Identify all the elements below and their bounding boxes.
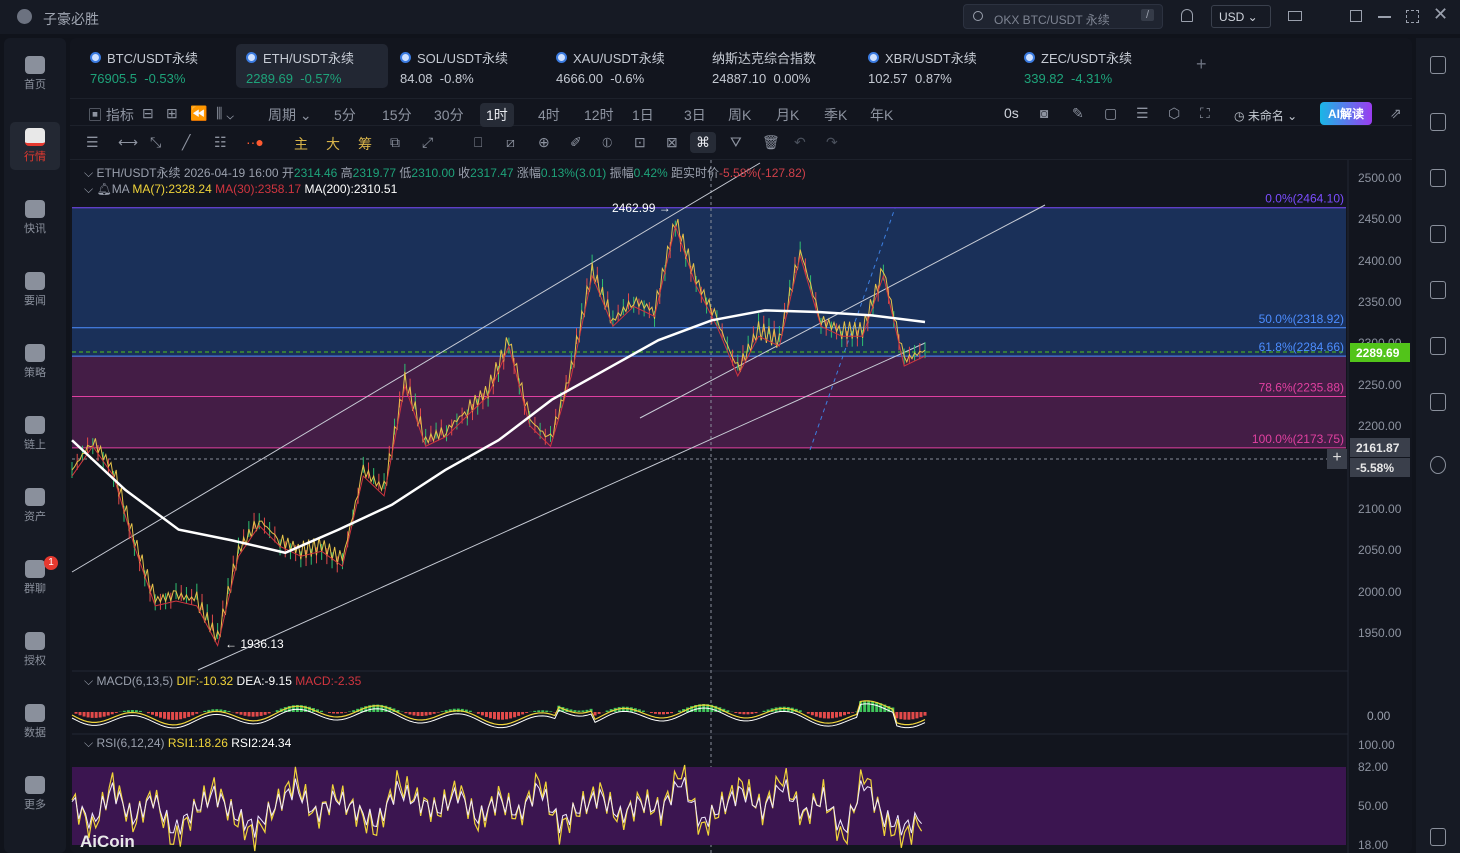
collapse-icon[interactable]: ⌵ xyxy=(84,736,93,750)
y-tick: 2100.00 xyxy=(1358,501,1402,516)
rsi2-value: RSI2:24.34 xyxy=(231,736,292,750)
change-value: 0.13%(3.01) xyxy=(540,166,607,180)
rsi-tick: 82.00 xyxy=(1358,760,1389,774)
distance-label: 距实时价 xyxy=(671,166,720,180)
close-label: 收 xyxy=(458,166,471,180)
bell-icon[interactable]: 🔔︎ xyxy=(96,182,111,196)
y-tick: 2400.00 xyxy=(1358,253,1402,268)
y-tick: 2050.00 xyxy=(1358,543,1402,558)
collapse-icon[interactable]: ⌵ xyxy=(84,674,93,688)
dif-value: DIF:-10.32 xyxy=(176,674,234,688)
ma7-value: MA(7):2328.24 xyxy=(132,182,212,196)
distance-value: -5.58%(-127.82) xyxy=(719,166,806,180)
amplitude-value: 0.42% xyxy=(633,166,668,180)
y-tick: 2000.00 xyxy=(1358,584,1402,599)
add-alert-button[interactable]: + xyxy=(1327,449,1347,469)
collapse-icon[interactable]: ⌵ xyxy=(84,182,93,196)
fib-label: 78.6%(2235.88) xyxy=(1259,381,1344,395)
high-value: 2319.77 xyxy=(352,166,397,180)
info-symbol: ETH/USDT永续 xyxy=(96,166,181,180)
fib-zone-pink xyxy=(72,356,1346,448)
y-tick: 2250.00 xyxy=(1358,377,1402,392)
low-label: ← 1936.13 xyxy=(225,637,284,651)
open-value: 2314.46 xyxy=(293,166,338,180)
watermark-logo: AiCoin xyxy=(80,832,135,851)
collapse-icon[interactable]: ⌵ xyxy=(84,166,93,180)
ma30-value: MA(30):2358.17 xyxy=(215,182,302,196)
fib-label: 0.0%(2464.10) xyxy=(1265,192,1344,206)
y-tick: 2350.00 xyxy=(1358,295,1402,310)
close-value: 2317.47 xyxy=(470,166,514,180)
ohlc-info: ⌵ ETH/USDT永续 2026-04-19 16:00 开2314.46 高… xyxy=(84,164,806,181)
low-value: 2310.00 xyxy=(411,166,455,180)
rsi-info: ⌵ RSI(6,12,24) RSI1:18.26 RSI2:24.34 xyxy=(84,736,291,751)
y-tick: 2200.00 xyxy=(1358,419,1402,434)
macd-value: MACD:-2.35 xyxy=(295,674,362,688)
dea-value: DEA:-9.15 xyxy=(236,674,292,688)
ma-info: ⌵ 🔔︎MA MA(7):2328.24 MA(30):2358.17 MA(2… xyxy=(84,182,397,197)
info-time: 2026-04-19 16:00 xyxy=(183,166,279,180)
high-label: 高 xyxy=(340,166,353,180)
y-tick: 2450.00 xyxy=(1358,212,1402,227)
change-label: 涨幅 xyxy=(516,166,541,180)
rsi-tick: 18.00 xyxy=(1358,838,1389,852)
rsi1-value: RSI1:18.26 xyxy=(167,736,228,750)
y-tick: 2500.00 xyxy=(1358,171,1402,185)
y-tick: 1950.00 xyxy=(1358,626,1402,640)
cursor-pct-tag: -5.58% xyxy=(1350,458,1410,477)
macd-info: ⌵ MACD(6,13,5) DIF:-10.32 DEA:-9.15 MACD… xyxy=(84,674,361,689)
last-price-tag: 2289.69 xyxy=(1350,343,1410,362)
cursor-price-tag: 2161.87 xyxy=(1350,438,1410,457)
low-label: 低 xyxy=(399,166,412,180)
rsi-label: RSI(6,12,24) xyxy=(96,736,165,750)
fib-label: 100.0%(2173.75) xyxy=(1252,432,1344,446)
fib-zone-blue xyxy=(72,207,1346,357)
amplitude-label: 振幅 xyxy=(609,166,634,180)
ma-label: MA xyxy=(111,182,130,196)
ma200-value: MA(200):2310.51 xyxy=(304,182,398,196)
open-label: 开 xyxy=(281,166,294,180)
macd-label: MACD(6,13,5) xyxy=(96,674,174,688)
rsi-tick: 50.00 xyxy=(1358,799,1389,813)
rsi-tick: 100.00 xyxy=(1358,738,1395,753)
price-chart[interactable]: 0.0%(2464.10)50.0%(2318.92)61.8%(2284.66… xyxy=(0,0,1460,853)
high-label: 2462.99 → xyxy=(612,201,671,215)
macd-axis-label: 0.00 xyxy=(1367,709,1391,723)
fib-label: 50.0%(2318.92) xyxy=(1259,312,1344,326)
